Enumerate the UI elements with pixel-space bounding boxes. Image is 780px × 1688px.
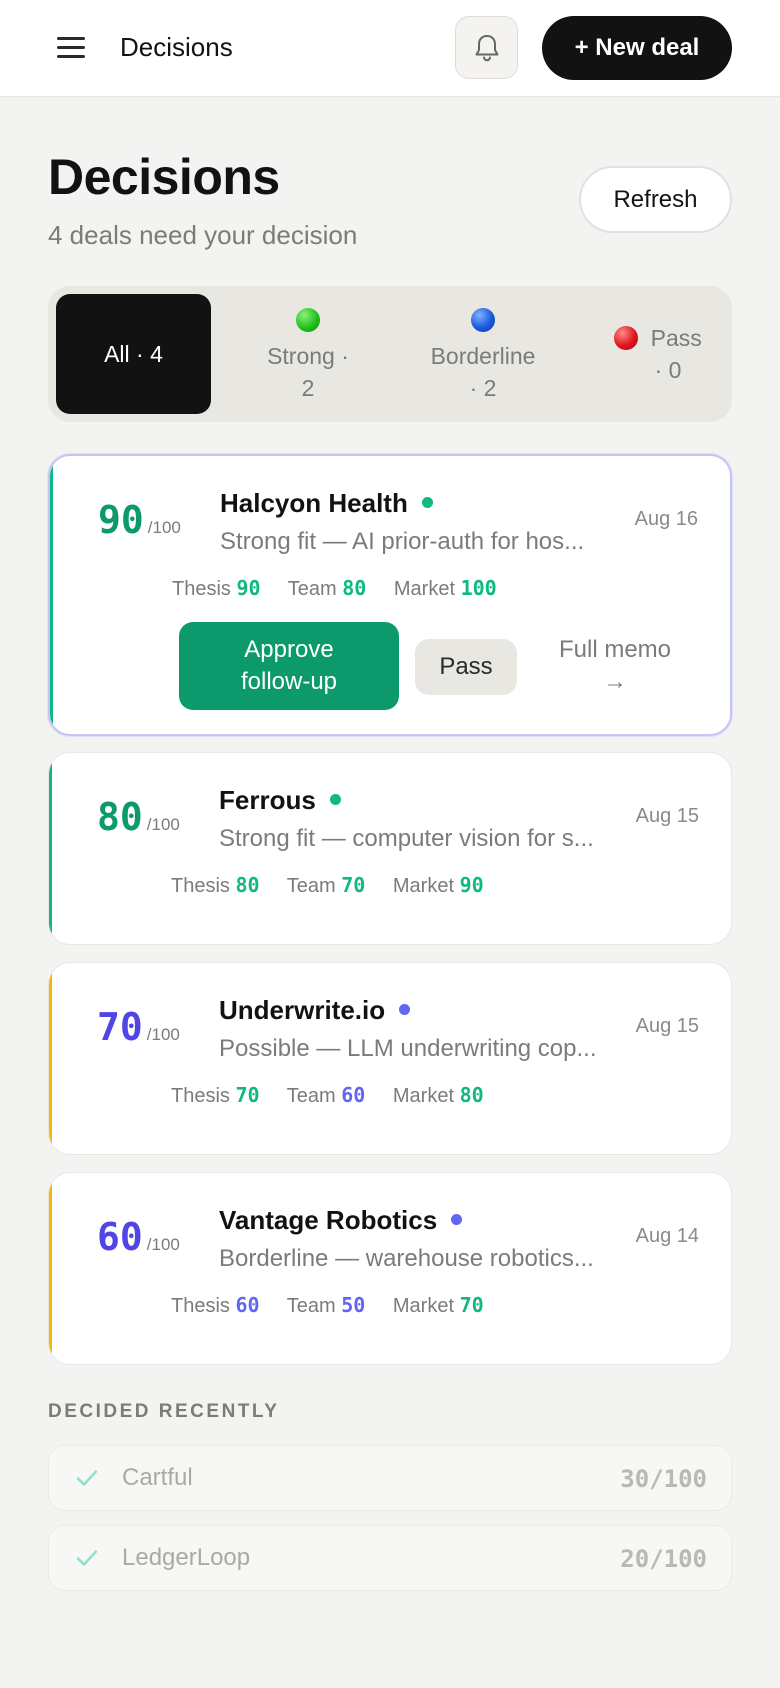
check-icon [76, 1470, 98, 1486]
refresh-button[interactable]: Refresh [579, 166, 732, 233]
score-metrics: Thesis 80 Team 70 Market 90 [171, 873, 484, 897]
status-dot-icon [329, 794, 341, 805]
status-dot-icon [421, 497, 433, 508]
filter-all-label: All · 4 [104, 341, 163, 367]
decided-item-name: LedgerLoop [122, 1544, 251, 1571]
filter-segmented-control: All · 4 Strong · 2 Borderline · 2 Pass ·… [48, 286, 732, 422]
filter-borderline[interactable]: Borderline · 2 [403, 308, 563, 404]
deal-card[interactable]: 60/100 Vantage Robotics Borderline — war… [48, 1172, 732, 1365]
deal-card[interactable]: 80/100 Ferrous Strong fit — computer vis… [48, 752, 732, 945]
bell-icon [475, 34, 498, 61]
score-metrics: Thesis 70 Team 60 Market 80 [171, 1083, 484, 1107]
card-accent-bar [50, 456, 53, 734]
decided-item-score: 20/100 [620, 1545, 707, 1573]
company-description: Possible — LLM underwriting cop... [219, 1035, 597, 1062]
page-title: Decisions [48, 149, 280, 205]
filter-pass[interactable]: Pass · 0 [588, 322, 728, 386]
company-description: Borderline — warehouse robotics... [219, 1245, 594, 1272]
company-description: Strong fit — AI prior-auth for hos... [220, 528, 585, 555]
deal-date: Aug 16 [634, 508, 698, 530]
filter-strong[interactable]: Strong · 2 [233, 308, 383, 404]
filter-pass-label: Pass [650, 325, 702, 351]
approve-follow-up-button[interactable]: Approve follow-up [179, 622, 399, 710]
notifications-button[interactable] [455, 16, 518, 79]
status-dot-icon [451, 1214, 463, 1225]
check-icon [76, 1550, 98, 1566]
deal-card[interactable]: 90/100 Halcyon Health Strong fit — AI pr… [48, 454, 732, 736]
filter-borderline-count: · 2 [469, 375, 497, 401]
status-dot-icon [399, 1004, 411, 1015]
new-deal-button[interactable]: + New deal [542, 16, 732, 80]
full-memo-link[interactable]: Full memo → [550, 622, 680, 710]
pass-button[interactable]: Pass [415, 639, 517, 695]
company-name: Vantage Robotics [219, 1205, 463, 1236]
deal-date: Aug 14 [635, 1225, 699, 1247]
decided-item-score: 30/100 [620, 1465, 707, 1493]
topbar-title: Decisions [120, 32, 233, 62]
decided-item[interactable]: Cartful 30/100 [48, 1445, 732, 1511]
company-description: Strong fit — computer vision for s... [219, 825, 594, 852]
company-name: Ferrous [219, 785, 341, 816]
decided-item-name: Cartful [122, 1464, 193, 1491]
page-subtitle: 4 deals need your decision [48, 220, 358, 250]
green-dot-icon [296, 308, 320, 332]
filter-strong-count: 2 [301, 375, 315, 401]
company-name: Underwrite.io [219, 995, 411, 1026]
score-metrics: Thesis 90 Team 80 Market 100 [172, 576, 497, 600]
filter-strong-label: Strong · [267, 343, 349, 369]
deal-score: 60/100 [97, 1215, 180, 1259]
hamburger-menu-icon[interactable] [56, 36, 88, 60]
filter-borderline-label: Borderline [430, 343, 536, 369]
arrow-right-icon: → [603, 668, 627, 695]
decided-recently-heading: DECIDED RECENTLY [48, 1401, 280, 1422]
deal-date: Aug 15 [635, 805, 699, 827]
deal-date: Aug 15 [635, 1015, 699, 1037]
company-name: Halcyon Health [220, 488, 433, 519]
card-accent-bar [49, 963, 52, 1154]
decided-item[interactable]: LedgerLoop 20/100 [48, 1525, 732, 1591]
score-metrics: Thesis 60 Team 50 Market 70 [171, 1293, 484, 1317]
filter-all[interactable]: All · 4 [56, 294, 211, 414]
card-accent-bar [49, 753, 52, 944]
card-accent-bar [49, 1173, 52, 1364]
red-dot-icon [614, 326, 639, 350]
top-bar: Decisions + New deal [0, 0, 780, 97]
deal-score: 80/100 [97, 795, 180, 839]
deal-card[interactable]: 70/100 Underwrite.io Possible — LLM unde… [48, 962, 732, 1155]
filter-pass-count: · 0 [654, 357, 682, 383]
deal-score: 70/100 [97, 1005, 180, 1049]
blue-dot-icon [471, 308, 495, 332]
deal-score: 90/100 [98, 498, 181, 542]
